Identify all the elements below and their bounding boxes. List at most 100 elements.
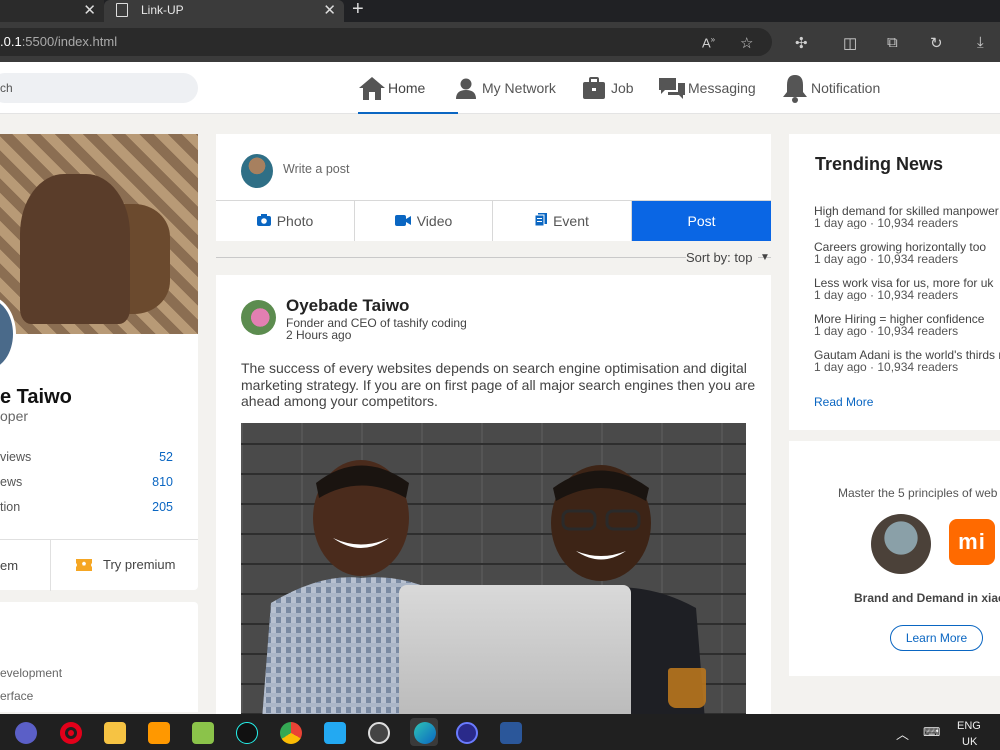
caret-down-icon[interactable]: ▼: [760, 252, 770, 263]
skill-item[interactable]: evelopment: [0, 666, 62, 680]
profile-stat-row[interactable]: ews 810: [0, 475, 180, 489]
url-field[interactable]: .0.1:5500/index.html: [0, 28, 772, 56]
bell-icon: [783, 75, 807, 103]
teams-icon[interactable]: [15, 722, 37, 744]
cover-person-shape: [20, 174, 130, 324]
user-icon: [456, 78, 476, 99]
post-image[interactable]: [241, 423, 746, 715]
photo-button[interactable]: Photo: [216, 201, 355, 241]
messaging-icon: [659, 78, 685, 99]
browser-tab-previous[interactable]: ✕: [0, 0, 104, 22]
read-aloud-icon[interactable]: A»: [702, 35, 715, 50]
history-icon[interactable]: ↻: [930, 34, 943, 52]
promo-card: Master the 5 principles of web mi Brand …: [789, 441, 1000, 676]
profile-card: e Taiwo oper views 52 ews 810 tion 205 e…: [0, 134, 198, 591]
profile-skills-card: evelopment erface: [0, 602, 198, 712]
nav-messaging[interactable]: Messaging: [658, 62, 756, 114]
app-icon[interactable]: [456, 722, 478, 744]
learn-more-button[interactable]: Learn More: [890, 625, 983, 651]
site-header: ch Home My Network Job Messaging Notific…: [0, 62, 1000, 114]
news-item[interactable]: More Hiring = higher confidence 1 day ag…: [814, 313, 1000, 337]
edge-icon[interactable]: [414, 722, 436, 744]
promo-avatar: [871, 514, 931, 574]
try-premium-button[interactable]: Try premium: [75, 557, 175, 572]
stat-value: 52: [159, 450, 173, 464]
sort-dropdown[interactable]: Sort by: top: [686, 250, 759, 265]
post-author-name[interactable]: Oyebade Taiwo: [286, 296, 409, 316]
briefcase-icon: [583, 77, 605, 99]
news-meta: 1 day ago · 10,934 readers: [814, 288, 959, 301]
nav-my-network-label: My Network: [482, 80, 556, 96]
extensions-icon[interactable]: ✣: [795, 34, 808, 52]
news-item[interactable]: Less work visa for us, more for uk 1 day…: [814, 277, 1000, 301]
active-nav-indicator: [358, 112, 458, 114]
browser-tab-active[interactable]: Link-UP ✕: [104, 0, 344, 22]
composer-avatar: [241, 154, 273, 188]
search-input[interactable]: ch: [0, 73, 198, 103]
trending-title: Trending News: [815, 154, 944, 174]
news-item[interactable]: Careers growing horizontally too 1 day a…: [814, 241, 1000, 265]
stat-value: 810: [152, 475, 173, 489]
profile-cover-photo: [0, 134, 198, 334]
news-item[interactable]: High demand for skilled manpower 1 day a…: [814, 205, 1000, 229]
my-items-link[interactable]: em: [0, 558, 18, 573]
close-tab-icon[interactable]: ✕: [323, 1, 336, 19]
news-meta: 1 day ago · 10,934 readers: [814, 324, 959, 337]
stat-label: views: [0, 450, 32, 464]
nav-home-label: Home: [388, 80, 426, 96]
browser-address-bar: .0.1:5500/index.html A» ☆ ✣ ◫ ⧉ ↻ ⤓: [0, 22, 1000, 62]
browser-tab-bar: ✕ Link-UP ✕ +: [0, 0, 1000, 22]
region-indicator[interactable]: UK: [962, 736, 977, 748]
post-composer: Write a post Photo Video Event Post: [216, 134, 771, 241]
profile-stat-row[interactable]: views 52: [0, 450, 180, 464]
split-screen-icon[interactable]: ◫: [843, 34, 857, 52]
post-author-avatar[interactable]: [241, 300, 276, 335]
video-label: Video: [416, 213, 453, 229]
nav-my-network[interactable]: My Network: [455, 62, 556, 114]
nav-job-label: Job: [611, 80, 634, 96]
post-button[interactable]: Post: [632, 201, 771, 241]
media-player-icon[interactable]: [368, 722, 390, 744]
skill-item[interactable]: erface: [0, 689, 33, 703]
tab-title: Link-UP: [141, 3, 184, 17]
new-tab-icon[interactable]: +: [352, 0, 364, 21]
photo-label: Photo: [276, 213, 314, 229]
post-timestamp: 2 Hours ago: [286, 328, 352, 342]
news-item[interactable]: Gautam Adani is the world's thirds r 1 d…: [814, 349, 1000, 373]
tiktok-icon[interactable]: [236, 722, 258, 744]
video-button[interactable]: Video: [355, 201, 493, 241]
stat-value: 205: [152, 500, 173, 514]
promo-text: Master the 5 principles of web: [838, 486, 998, 500]
nav-job[interactable]: Job: [582, 62, 634, 114]
news-meta: 1 day ago · 10,934 readers: [814, 360, 959, 373]
trending-news-card: Trending News High demand for skilled ma…: [789, 134, 1000, 430]
chevron-up-icon[interactable]: ︿: [896, 724, 909, 743]
profile-stat-row[interactable]: tion 205: [0, 500, 180, 514]
page-icon: [116, 3, 128, 17]
premium-ticket-icon: [76, 558, 92, 571]
downloads-icon[interactable]: ⤓: [977, 34, 984, 51]
word-icon[interactable]: [500, 722, 522, 744]
read-more-link[interactable]: Read More: [814, 395, 873, 409]
chrome-icon[interactable]: [280, 722, 302, 744]
write-post-input[interactable]: Write a post: [283, 162, 349, 176]
language-indicator[interactable]: ENG: [957, 720, 981, 732]
composer-actions: Photo Video Event Post: [216, 200, 771, 241]
collections-icon[interactable]: ⧉: [887, 34, 898, 51]
sublime-text-icon[interactable]: [148, 722, 170, 744]
vscode-icon[interactable]: [324, 722, 346, 744]
promo-brand-text: Brand and Demand in xiac: [854, 591, 1000, 605]
notepad-icon[interactable]: [192, 722, 214, 744]
nav-notification[interactable]: Notification: [781, 62, 880, 114]
laptop-shape: [399, 585, 631, 715]
event-button[interactable]: Event: [493, 201, 632, 241]
favorite-star-icon[interactable]: ☆: [740, 34, 753, 52]
feed-post: Oyebade Taiwo Fonder and CEO of tashify …: [216, 275, 771, 715]
opera-icon[interactable]: [60, 722, 82, 744]
profile-name: e Taiwo: [0, 386, 72, 408]
post-text: The success of every websites depends on…: [241, 360, 756, 409]
close-tab-icon[interactable]: ✕: [83, 1, 96, 19]
keyboard-icon[interactable]: ⌨: [923, 725, 940, 739]
nav-home[interactable]: Home: [358, 62, 458, 114]
file-explorer-icon[interactable]: [104, 722, 126, 744]
